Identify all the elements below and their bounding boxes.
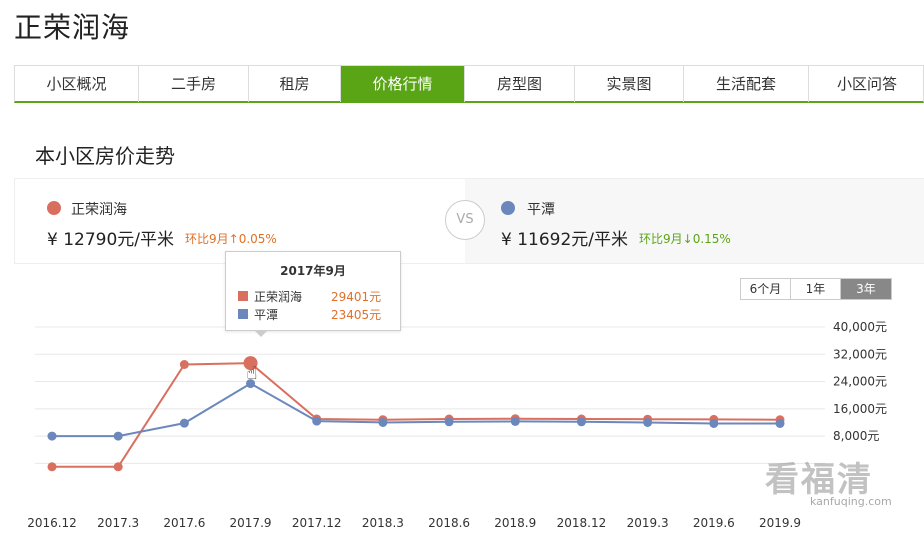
data-point	[179, 418, 189, 428]
x-tick-label: 2019.6	[693, 516, 735, 530]
x-tick-label: 2017.9	[230, 516, 272, 530]
y-tick-label: 32,000元	[833, 347, 887, 361]
watermark-logo: 看福清	[765, 460, 873, 500]
data-point	[576, 417, 586, 427]
data-point	[113, 462, 123, 472]
pointer-cursor-icon: ☝	[247, 363, 258, 384]
data-point	[179, 360, 189, 369]
tooltip-community-value: 29401元	[331, 290, 382, 304]
y-tick-label: 40,000元	[833, 320, 887, 334]
tooltip-pointer	[254, 330, 268, 337]
data-point	[709, 418, 719, 428]
tooltip-district-name: 平潭	[254, 308, 279, 322]
tooltip-community-name: 正荣润海	[254, 290, 303, 304]
x-tick-label: 2018.12	[557, 516, 607, 530]
series-line-district	[52, 382, 781, 438]
tooltip-district-value: 23405元	[331, 308, 382, 322]
x-tick-label: 2016.12	[27, 516, 77, 530]
x-tick-label: 2019.3	[627, 516, 669, 530]
range-1-year-button[interactable]: 1年	[791, 279, 841, 299]
data-point	[47, 462, 57, 472]
data-point	[47, 431, 57, 441]
chart-tooltip: 2017年9月 正荣润海 29401元 平潭 23405元	[225, 251, 401, 337]
x-tick-label: 2017.3	[97, 516, 139, 530]
data-point	[312, 416, 322, 426]
x-tick-label: 2017.12	[292, 516, 342, 530]
range-3-years-button[interactable]: 3年	[841, 279, 891, 299]
tooltip-title: 2017年9月	[280, 264, 346, 278]
time-range-selector: 6个月 1年 3年	[740, 278, 892, 300]
x-tick-label: 2017.6	[163, 516, 205, 530]
y-tick-label: 16,000元	[833, 402, 887, 416]
range-6-months-button[interactable]: 6个月	[741, 279, 791, 299]
x-tick-label: 2018.3	[362, 516, 404, 530]
x-tick-label: 2018.9	[494, 516, 536, 530]
x-tick-label: 2019.9	[759, 516, 801, 530]
y-tick-label: 8,000元	[833, 429, 879, 443]
y-tick-label: 24,000元	[833, 375, 887, 389]
data-point	[510, 416, 520, 426]
data-point	[113, 431, 123, 441]
data-point	[643, 417, 653, 427]
series-line-community	[52, 362, 781, 468]
tooltip-district-swatch	[238, 309, 248, 319]
data-point	[444, 417, 454, 427]
x-tick-label: 2018.6	[428, 516, 470, 530]
tooltip-community-swatch	[238, 291, 248, 301]
data-point	[775, 419, 785, 429]
data-point	[378, 417, 388, 427]
watermark-url: kanfuqing.com	[810, 495, 892, 508]
